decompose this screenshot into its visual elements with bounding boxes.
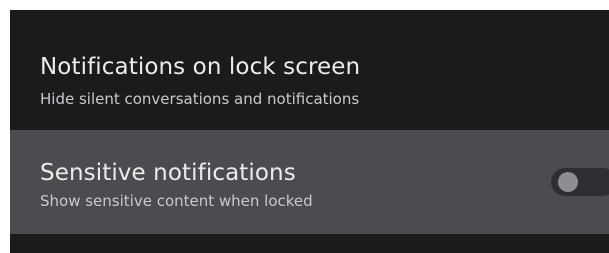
sensitive-notifications-toggle[interactable] bbox=[551, 168, 609, 196]
setting-row-lock-screen-notifications[interactable]: Notifications on lock screen Hide silent… bbox=[10, 10, 609, 130]
setting-title: Sensitive notifications bbox=[40, 160, 296, 186]
setting-title: Notifications on lock screen bbox=[40, 54, 361, 80]
setting-summary: Show sensitive content when locked bbox=[40, 192, 313, 210]
setting-row-sensitive-notifications[interactable]: Sensitive notifications Show sensitive c… bbox=[10, 130, 609, 234]
setting-summary: Hide silent conversations and notificati… bbox=[40, 90, 360, 108]
next-setting-row-partial bbox=[10, 234, 609, 253]
toggle-thumb bbox=[558, 172, 578, 192]
settings-screen: Notifications on lock screen Hide silent… bbox=[10, 10, 609, 253]
